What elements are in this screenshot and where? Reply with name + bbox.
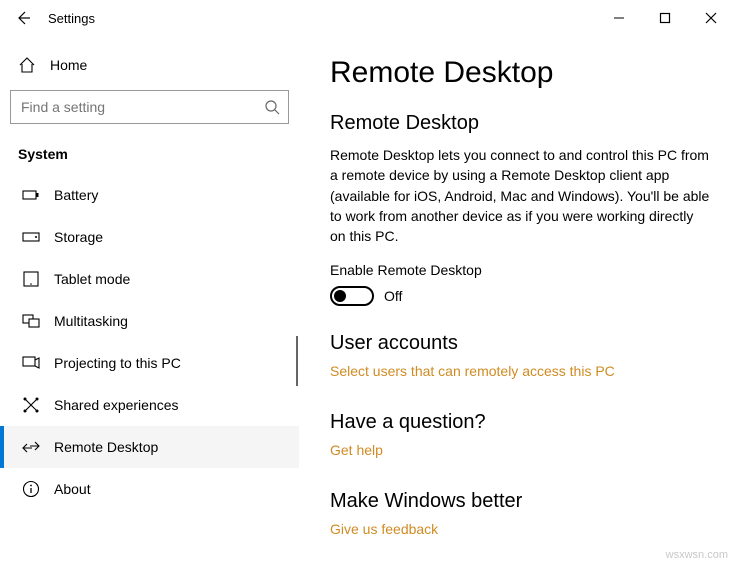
remote-desktop-description: Remote Desktop lets you connect to and c…	[330, 145, 710, 246]
search-box[interactable]	[10, 90, 289, 124]
sidebar-item-remote-desktop[interactable]: Remote Desktop	[0, 426, 299, 468]
sidebar-item-storage[interactable]: Storage	[0, 216, 299, 258]
body: Home System Battery Storage	[0, 36, 734, 571]
get-help-link[interactable]: Get help	[330, 442, 383, 458]
minimize-button[interactable]	[596, 0, 642, 36]
sidebar-item-label: Battery	[54, 187, 98, 203]
select-users-link[interactable]: Select users that can remotely access th…	[330, 363, 615, 379]
sidebar-item-label: Remote Desktop	[54, 439, 158, 455]
sidebar-item-label: Shared experiences	[54, 397, 179, 413]
multitasking-icon	[22, 312, 40, 330]
storage-icon	[22, 228, 40, 246]
about-icon	[22, 480, 40, 498]
remote-desktop-heading: Remote Desktop	[330, 112, 710, 135]
toggle-knob	[334, 290, 346, 302]
minimize-icon	[613, 12, 625, 24]
sidebar-item-tablet-mode[interactable]: Tablet mode	[0, 258, 299, 300]
content-inner: Remote Desktop Remote Desktop Remote Des…	[330, 56, 710, 571]
home-label: Home	[50, 57, 87, 73]
enable-rd-toggle[interactable]	[330, 286, 374, 306]
remote-desktop-icon	[22, 438, 40, 456]
tablet-icon	[22, 270, 40, 288]
user-accounts-section: User accounts Select users that can remo…	[330, 332, 710, 397]
page-title: Remote Desktop	[330, 56, 710, 90]
close-icon	[705, 12, 717, 24]
window-title: Settings	[48, 11, 95, 26]
sidebar-category: System	[0, 140, 299, 174]
make-windows-better-heading: Make Windows better	[330, 490, 710, 513]
content-area: Remote Desktop Remote Desktop Remote Des…	[300, 36, 734, 571]
sidebar-item-about[interactable]: About	[0, 468, 299, 510]
maximize-icon	[659, 12, 671, 24]
maximize-button[interactable]	[642, 0, 688, 36]
sidebar-item-label: Storage	[54, 229, 103, 245]
user-accounts-heading: User accounts	[330, 332, 710, 355]
arrow-left-icon	[15, 10, 31, 26]
watermark: wsxwsn.com	[666, 549, 728, 561]
sidebar-item-label: Multitasking	[54, 313, 128, 329]
sidebar-item-multitasking[interactable]: Multitasking	[0, 300, 299, 342]
titlebar-left: Settings	[0, 9, 95, 27]
battery-icon	[22, 186, 40, 204]
give-feedback-link[interactable]: Give us feedback	[330, 521, 438, 537]
scrollbar-thumb[interactable]	[296, 336, 298, 386]
shared-icon	[22, 396, 40, 414]
sidebar-item-label: Projecting to this PC	[54, 355, 181, 371]
projecting-icon	[22, 354, 40, 372]
toggle-state-label: Off	[384, 288, 402, 304]
sidebar: Home System Battery Storage	[0, 36, 300, 571]
sidebar-item-projecting[interactable]: Projecting to this PC	[0, 342, 299, 384]
sidebar-item-battery[interactable]: Battery	[0, 174, 299, 216]
have-a-question-section: Have a question? Get help	[330, 411, 710, 476]
titlebar: Settings	[0, 0, 734, 36]
have-a-question-heading: Have a question?	[330, 411, 710, 434]
settings-window: Settings Home	[0, 0, 734, 571]
search-icon	[256, 99, 288, 115]
make-windows-better-section: Make Windows better Give us feedback	[330, 490, 710, 555]
close-button[interactable]	[688, 0, 734, 36]
sidebar-item-label: Tablet mode	[54, 271, 130, 287]
sidebar-item-shared-experiences[interactable]: Shared experiences	[0, 384, 299, 426]
sidebar-item-label: About	[54, 481, 91, 497]
back-button[interactable]	[14, 9, 32, 27]
home-link[interactable]: Home	[0, 46, 299, 90]
home-icon	[18, 56, 36, 74]
enable-rd-label: Enable Remote Desktop	[330, 262, 710, 278]
enable-rd-row: Off	[330, 286, 710, 306]
search-input[interactable]	[11, 99, 256, 115]
